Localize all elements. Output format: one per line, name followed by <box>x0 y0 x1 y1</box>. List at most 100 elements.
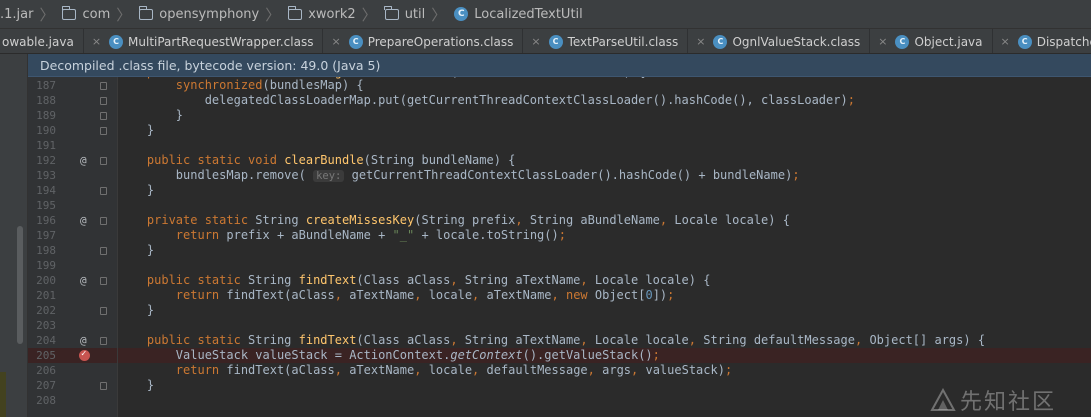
gutter-row[interactable]: 203 <box>28 318 117 333</box>
class-file-icon: C <box>348 34 363 49</box>
fold-marker-icon[interactable] <box>100 277 107 285</box>
gutter-row[interactable]: 194 <box>28 183 117 198</box>
gutter-row[interactable]: 191 <box>28 138 117 153</box>
code-editor[interactable]: public static void setDelegatedClassLoad… <box>118 77 1091 417</box>
line-number: 199 <box>36 259 56 272</box>
line-number: 191 <box>36 139 56 152</box>
editor-tab[interactable]: × C PrepareOperations.class <box>323 29 524 53</box>
override-marker-icon[interactable]: @ <box>80 333 92 348</box>
breadcrumb-label: opensymphony <box>159 6 260 22</box>
code-line: ValueStack valueStack = ActionContext.ge… <box>118 348 1091 363</box>
editor-tab[interactable]: × C MultiPartRequestWrapper.class <box>84 29 324 53</box>
tab-close-icon[interactable]: × <box>878 35 887 48</box>
folder-icon <box>61 5 77 20</box>
gutter-row[interactable]: 188 <box>28 93 117 108</box>
fold-marker-icon[interactable] <box>100 217 107 225</box>
tab-label: OgnlValueStack.class <box>732 34 861 49</box>
code-line: } <box>118 123 155 137</box>
line-number: 193 <box>36 169 56 182</box>
tab-close-icon[interactable]: × <box>331 35 340 48</box>
gutter-row[interactable]: 197 <box>28 228 117 243</box>
class-file-icon: C <box>109 34 124 49</box>
fold-marker-icon[interactable] <box>100 82 107 90</box>
line-number: 192 <box>36 154 56 167</box>
line-number: 203 <box>36 319 56 332</box>
breadcrumb-separator-icon: 〉 <box>265 5 281 24</box>
breadcrumb-item[interactable]: xwork2 <box>282 0 356 29</box>
breakpoint-icon[interactable] <box>79 347 90 362</box>
breadcrumb-item[interactable]: com <box>56 0 110 29</box>
breadcrumb-item[interactable]: opensymphony <box>133 0 259 29</box>
code-line: return findText(aClass, aTextName, local… <box>175 288 675 302</box>
gutter-row[interactable]: 187 <box>28 78 117 93</box>
watermark: 先知社区 <box>930 385 1080 415</box>
breadcrumb-item[interactable]: .1.jar <box>0 0 33 29</box>
editor-tab[interactable]: owable.java <box>0 29 84 53</box>
editor-tab[interactable]: × C Dispatcher.class <box>993 29 1091 53</box>
gutter-row[interactable]: 208 <box>28 393 117 408</box>
vertical-scrollbar[interactable] <box>17 226 23 344</box>
breadcrumb-separator-icon: 〉 <box>116 5 132 24</box>
fold-marker-icon[interactable] <box>100 157 107 165</box>
gutter-row[interactable]: 198 <box>28 243 117 258</box>
gutter-row[interactable]: 206 <box>28 363 117 378</box>
gutter-row[interactable]: 196 @ <box>28 213 117 228</box>
code-line: bundlesMap.remove( key: getCurrentThread… <box>118 168 800 182</box>
fold-marker-icon[interactable] <box>100 127 107 135</box>
tab-close-icon[interactable]: × <box>531 35 540 48</box>
watermark-text: 先知社区 <box>960 390 1057 415</box>
line-number: 208 <box>36 394 56 407</box>
fold-marker-icon[interactable] <box>100 187 107 195</box>
fold-marker-icon[interactable] <box>100 337 107 345</box>
line-number: 202 <box>36 304 56 317</box>
editor-tab[interactable]: × C TextParseUtil.class <box>523 29 689 53</box>
fold-marker-icon[interactable] <box>100 247 107 255</box>
gutter-row[interactable]: 204 @ <box>28 333 117 348</box>
class-icon: C <box>454 7 469 21</box>
override-marker-icon[interactable]: @ <box>80 153 92 168</box>
breadcrumb: .1.jar 〉 com 〉 opensymphony 〉 xwork2 〉 util 〉 C Loc… <box>0 0 1091 29</box>
editor-tab[interactable]: × C OgnlValueStack.class <box>688 29 871 53</box>
gutter-row[interactable]: 199 <box>28 258 117 273</box>
gutter-row[interactable]: 192 @ <box>28 153 117 168</box>
tab-close-icon[interactable]: × <box>92 35 101 48</box>
gutter-row[interactable]: 190 <box>28 123 117 138</box>
editor-tab[interactable]: × C Object.java <box>870 29 993 53</box>
gutter-row[interactable]: 201 <box>28 288 117 303</box>
fold-marker-icon[interactable] <box>100 382 107 390</box>
tab-close-icon[interactable]: × <box>696 35 705 48</box>
tab-close-icon[interactable]: × <box>1001 35 1010 48</box>
code-line: synchronized(bundlesMap) { <box>175 78 364 92</box>
line-number: 207 <box>36 379 56 392</box>
class-file-icon: C <box>895 34 910 49</box>
breadcrumb-label: com <box>82 6 111 22</box>
gutter-row[interactable]: 202 <box>28 303 117 318</box>
line-number: 188 <box>36 94 56 107</box>
gutter-row[interactable]: 205 <box>28 347 117 363</box>
fold-marker-icon[interactable] <box>100 112 107 120</box>
gutter-row[interactable]: 200 @ <box>28 273 117 288</box>
fold-marker-icon[interactable] <box>100 97 107 105</box>
breadcrumb-label: util <box>404 6 426 22</box>
code-line: private static String createMissesKey(St… <box>146 213 790 227</box>
tab-label: PrepareOperations.class <box>367 34 514 49</box>
line-number: 200 <box>36 274 56 287</box>
left-tool-strip <box>0 54 28 417</box>
line-number: 195 <box>36 199 56 212</box>
override-marker-icon[interactable]: @ <box>80 273 92 288</box>
code-line: public static String findText(Class aCla… <box>146 333 986 347</box>
override-marker-icon[interactable]: @ <box>80 213 92 228</box>
gutter-row[interactable]: 189 <box>28 108 117 123</box>
breadcrumb-item[interactable]: C LocalizedTextUtil <box>448 0 583 29</box>
fold-marker-icon[interactable] <box>100 307 107 315</box>
editor-gutter[interactable]: 187 188 189 190 191 192 @193 194 195 196 @197 198 19… <box>28 77 118 417</box>
gutter-row[interactable]: 193 <box>28 168 117 183</box>
tab-label: MultiPartRequestWrapper.class <box>128 34 314 49</box>
gutter-row[interactable]: 195 <box>28 198 117 213</box>
breadcrumb-item[interactable]: util <box>379 0 426 29</box>
code-line: public static String findText(Class aCla… <box>146 273 711 287</box>
line-number: 204 <box>36 334 56 347</box>
gutter-row[interactable]: 207 <box>28 378 117 393</box>
